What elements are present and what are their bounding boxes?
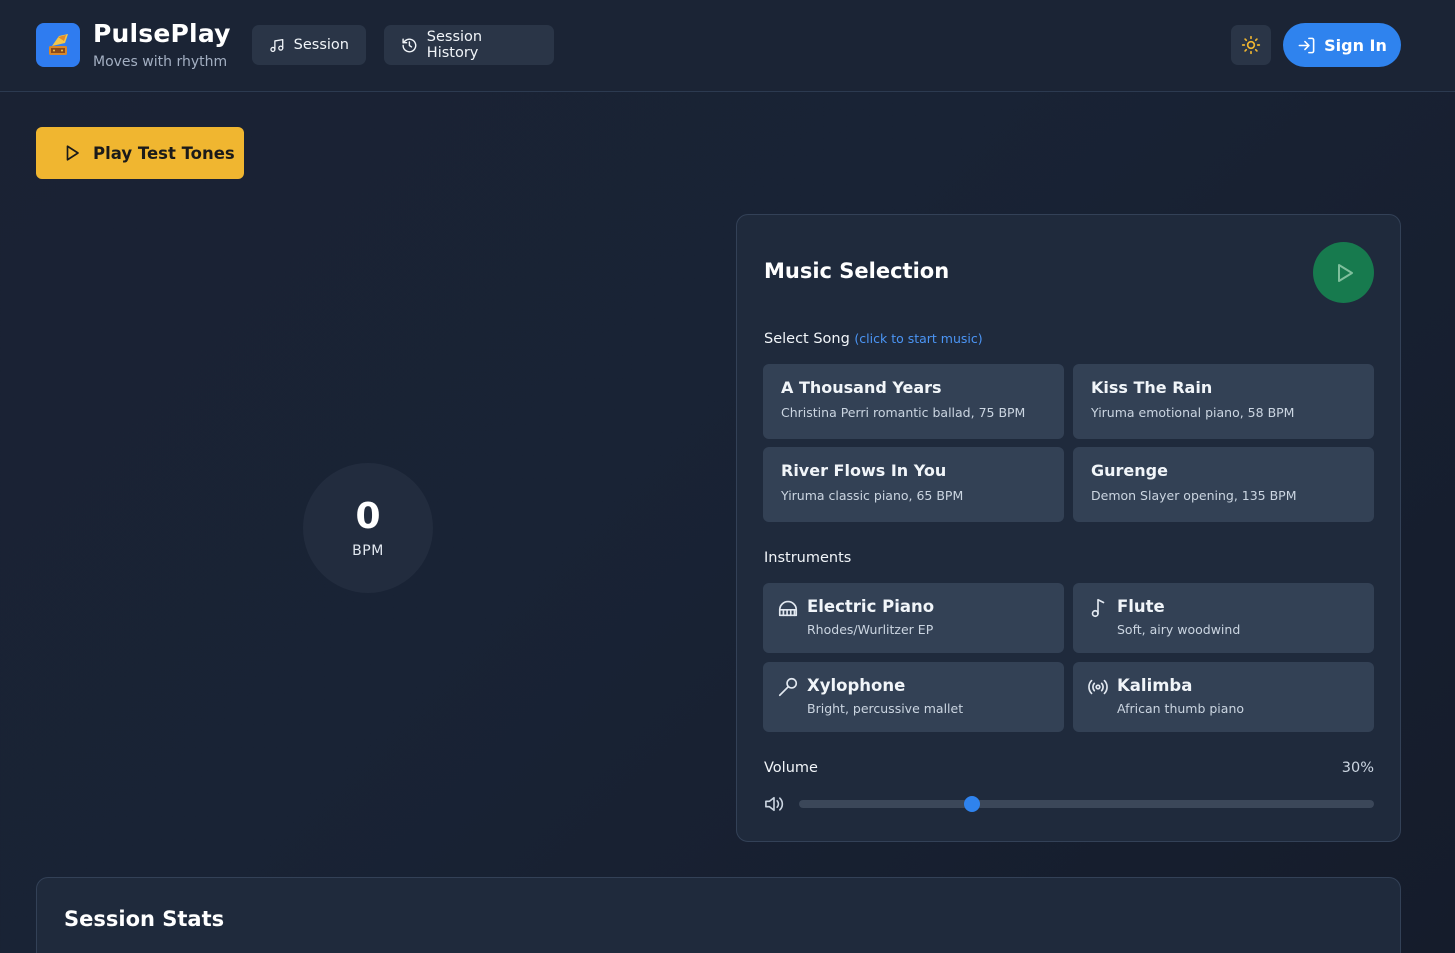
song-name: Kiss The Rain (1091, 378, 1213, 397)
mallet-icon (778, 677, 798, 697)
song-desc: Demon Slayer opening, 135 BPM (1091, 488, 1297, 503)
session-stats-title: Session Stats (64, 907, 225, 931)
session-nav-button[interactable]: Session (252, 25, 366, 65)
instrument-name: Kalimba (1117, 676, 1193, 695)
song-desc: Yiruma emotional piano, 58 BPM (1091, 405, 1295, 420)
session-nav-label: Session (293, 37, 349, 53)
volume-icon[interactable] (763, 795, 785, 813)
song-desc: Yiruma classic piano, 65 BPM (781, 488, 964, 503)
theme-toggle-button[interactable] (1231, 25, 1271, 65)
volume-label: Volume (764, 760, 818, 776)
instrument-name: Electric Piano (807, 597, 935, 616)
volume-slider-thumb[interactable] (963, 796, 980, 812)
music-selection-title: Music Selection (764, 259, 950, 283)
song-tile-a-thousand-years[interactable]: A Thousand Years Christina Perri romanti… (763, 364, 1064, 439)
brand-subtitle: Moves with rhythm (93, 54, 228, 70)
instruments-label: Instruments (764, 550, 852, 566)
volume-slider[interactable] (799, 796, 1374, 812)
play-test-tones-button[interactable]: Play Test Tones (36, 127, 244, 179)
bpm-unit: BPM (352, 543, 384, 559)
history-icon (402, 38, 417, 52)
gramophone-icon (49, 34, 68, 55)
select-song-text: Select Song (764, 331, 850, 347)
play-icon (1337, 263, 1353, 282)
instrument-tile-xylophone[interactable]: Xylophone Bright, percussive mallet (763, 662, 1064, 732)
select-song-label: Select Song (click to start music) (764, 331, 983, 347)
session-stats-card: Session Stats (36, 877, 1401, 953)
bpm-value: 0 (355, 496, 381, 537)
sign-in-label: Sign In (1324, 35, 1387, 55)
radio-waves-icon (1088, 679, 1108, 695)
instrument-desc: Rhodes/Wurlitzer EP (807, 622, 934, 637)
music-selection-card: Music Selection Select Song (click to st… (736, 214, 1401, 842)
song-desc: Christina Perri romantic ballad, 75 BPM (781, 405, 1026, 420)
music-notes-icon (270, 38, 284, 52)
sun-icon (1241, 35, 1261, 55)
play-icon (66, 145, 79, 161)
music-note-icon (1091, 598, 1105, 618)
song-tile-gurenge[interactable]: Gurenge Demon Slayer opening, 135 BPM (1073, 447, 1374, 522)
session-history-nav-label: Session History (426, 29, 483, 61)
app-header: PulsePlay Moves with rhythm Session Sess… (0, 0, 1455, 92)
music-play-button[interactable] (1313, 242, 1374, 303)
instrument-desc: African thumb piano (1117, 701, 1245, 716)
bpm-display: 0 BPM (303, 463, 433, 593)
volume-percent: 30% (1341, 760, 1374, 776)
piano-icon (778, 600, 798, 617)
song-name: A Thousand Years (781, 378, 942, 397)
instrument-desc: Bright, percussive mallet (807, 701, 964, 716)
select-song-hint: (click to start music) (854, 331, 983, 346)
sign-in-button[interactable]: Sign In (1283, 23, 1401, 67)
instrument-tile-electric-piano[interactable]: Electric Piano Rhodes/Wurlitzer EP (763, 583, 1064, 653)
app-logo[interactable] (36, 23, 80, 67)
session-history-nav-button[interactable]: Session History (384, 25, 554, 65)
song-name: Gurenge (1091, 461, 1168, 480)
song-name: River Flows In You (781, 461, 947, 480)
song-tile-kiss-the-rain[interactable]: Kiss The Rain Yiruma emotional piano, 58… (1073, 364, 1374, 439)
instrument-name: Xylophone (807, 676, 906, 695)
brand-title: PulsePlay (93, 19, 231, 48)
log-in-icon (1298, 37, 1315, 53)
instrument-desc: Soft, airy woodwind (1117, 622, 1241, 637)
instrument-tile-kalimba[interactable]: Kalimba African thumb piano (1073, 662, 1374, 732)
song-tile-river-flows-in-you[interactable]: River Flows In You Yiruma classic piano,… (763, 447, 1064, 522)
instrument-name: Flute (1117, 597, 1165, 616)
instrument-tile-flute[interactable]: Flute Soft, airy woodwind (1073, 583, 1374, 653)
play-test-tones-label: Play Test Tones (93, 143, 235, 163)
